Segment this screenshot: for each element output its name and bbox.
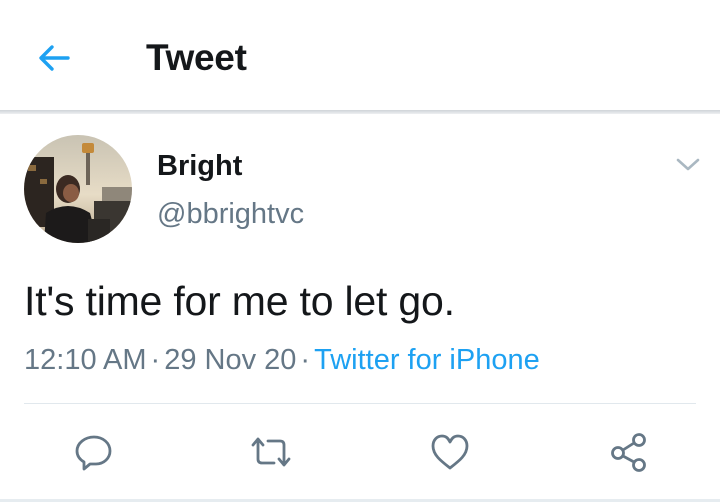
- chevron-down-icon: [676, 158, 700, 171]
- author-handle: @bbrightvc: [157, 198, 305, 230]
- retweet-button[interactable]: [247, 428, 295, 476]
- reply-icon: [75, 435, 112, 471]
- back-button[interactable]: [30, 34, 78, 82]
- tweet-detail-screen: Tweet Bright @bbrightvc It's time for me…: [0, 0, 720, 502]
- separator-dot: ·: [300, 344, 311, 376]
- page-title: Tweet: [146, 37, 247, 78]
- reply-button[interactable]: [70, 428, 118, 476]
- like-button[interactable]: [426, 428, 474, 476]
- profile-photo: [24, 135, 132, 243]
- arrow-left-icon: [39, 45, 70, 71]
- top-app-bar: Tweet: [0, 0, 720, 110]
- tweet-source-link[interactable]: Twitter for iPhone: [314, 344, 540, 376]
- heart-icon: [431, 434, 469, 470]
- avatar[interactable]: [24, 135, 132, 243]
- tweet-time: 12:10 AM: [24, 344, 147, 376]
- share-button[interactable]: [605, 428, 653, 476]
- header-divider: [0, 110, 720, 114]
- tweet-text: It's time for me to let go.: [24, 278, 455, 324]
- separator-dot: ·: [150, 344, 161, 376]
- actions-divider: [24, 403, 696, 404]
- share-icon: [611, 433, 646, 472]
- tweet-menu-button[interactable]: [668, 146, 708, 182]
- tweet-date: 29 Nov 20: [164, 344, 297, 376]
- tweet-metadata: 12:10 AM · 29 Nov 20 · Twitter for iPhone: [24, 341, 540, 379]
- author-name[interactable]: Bright: [157, 148, 242, 184]
- retweet-icon: [251, 437, 291, 467]
